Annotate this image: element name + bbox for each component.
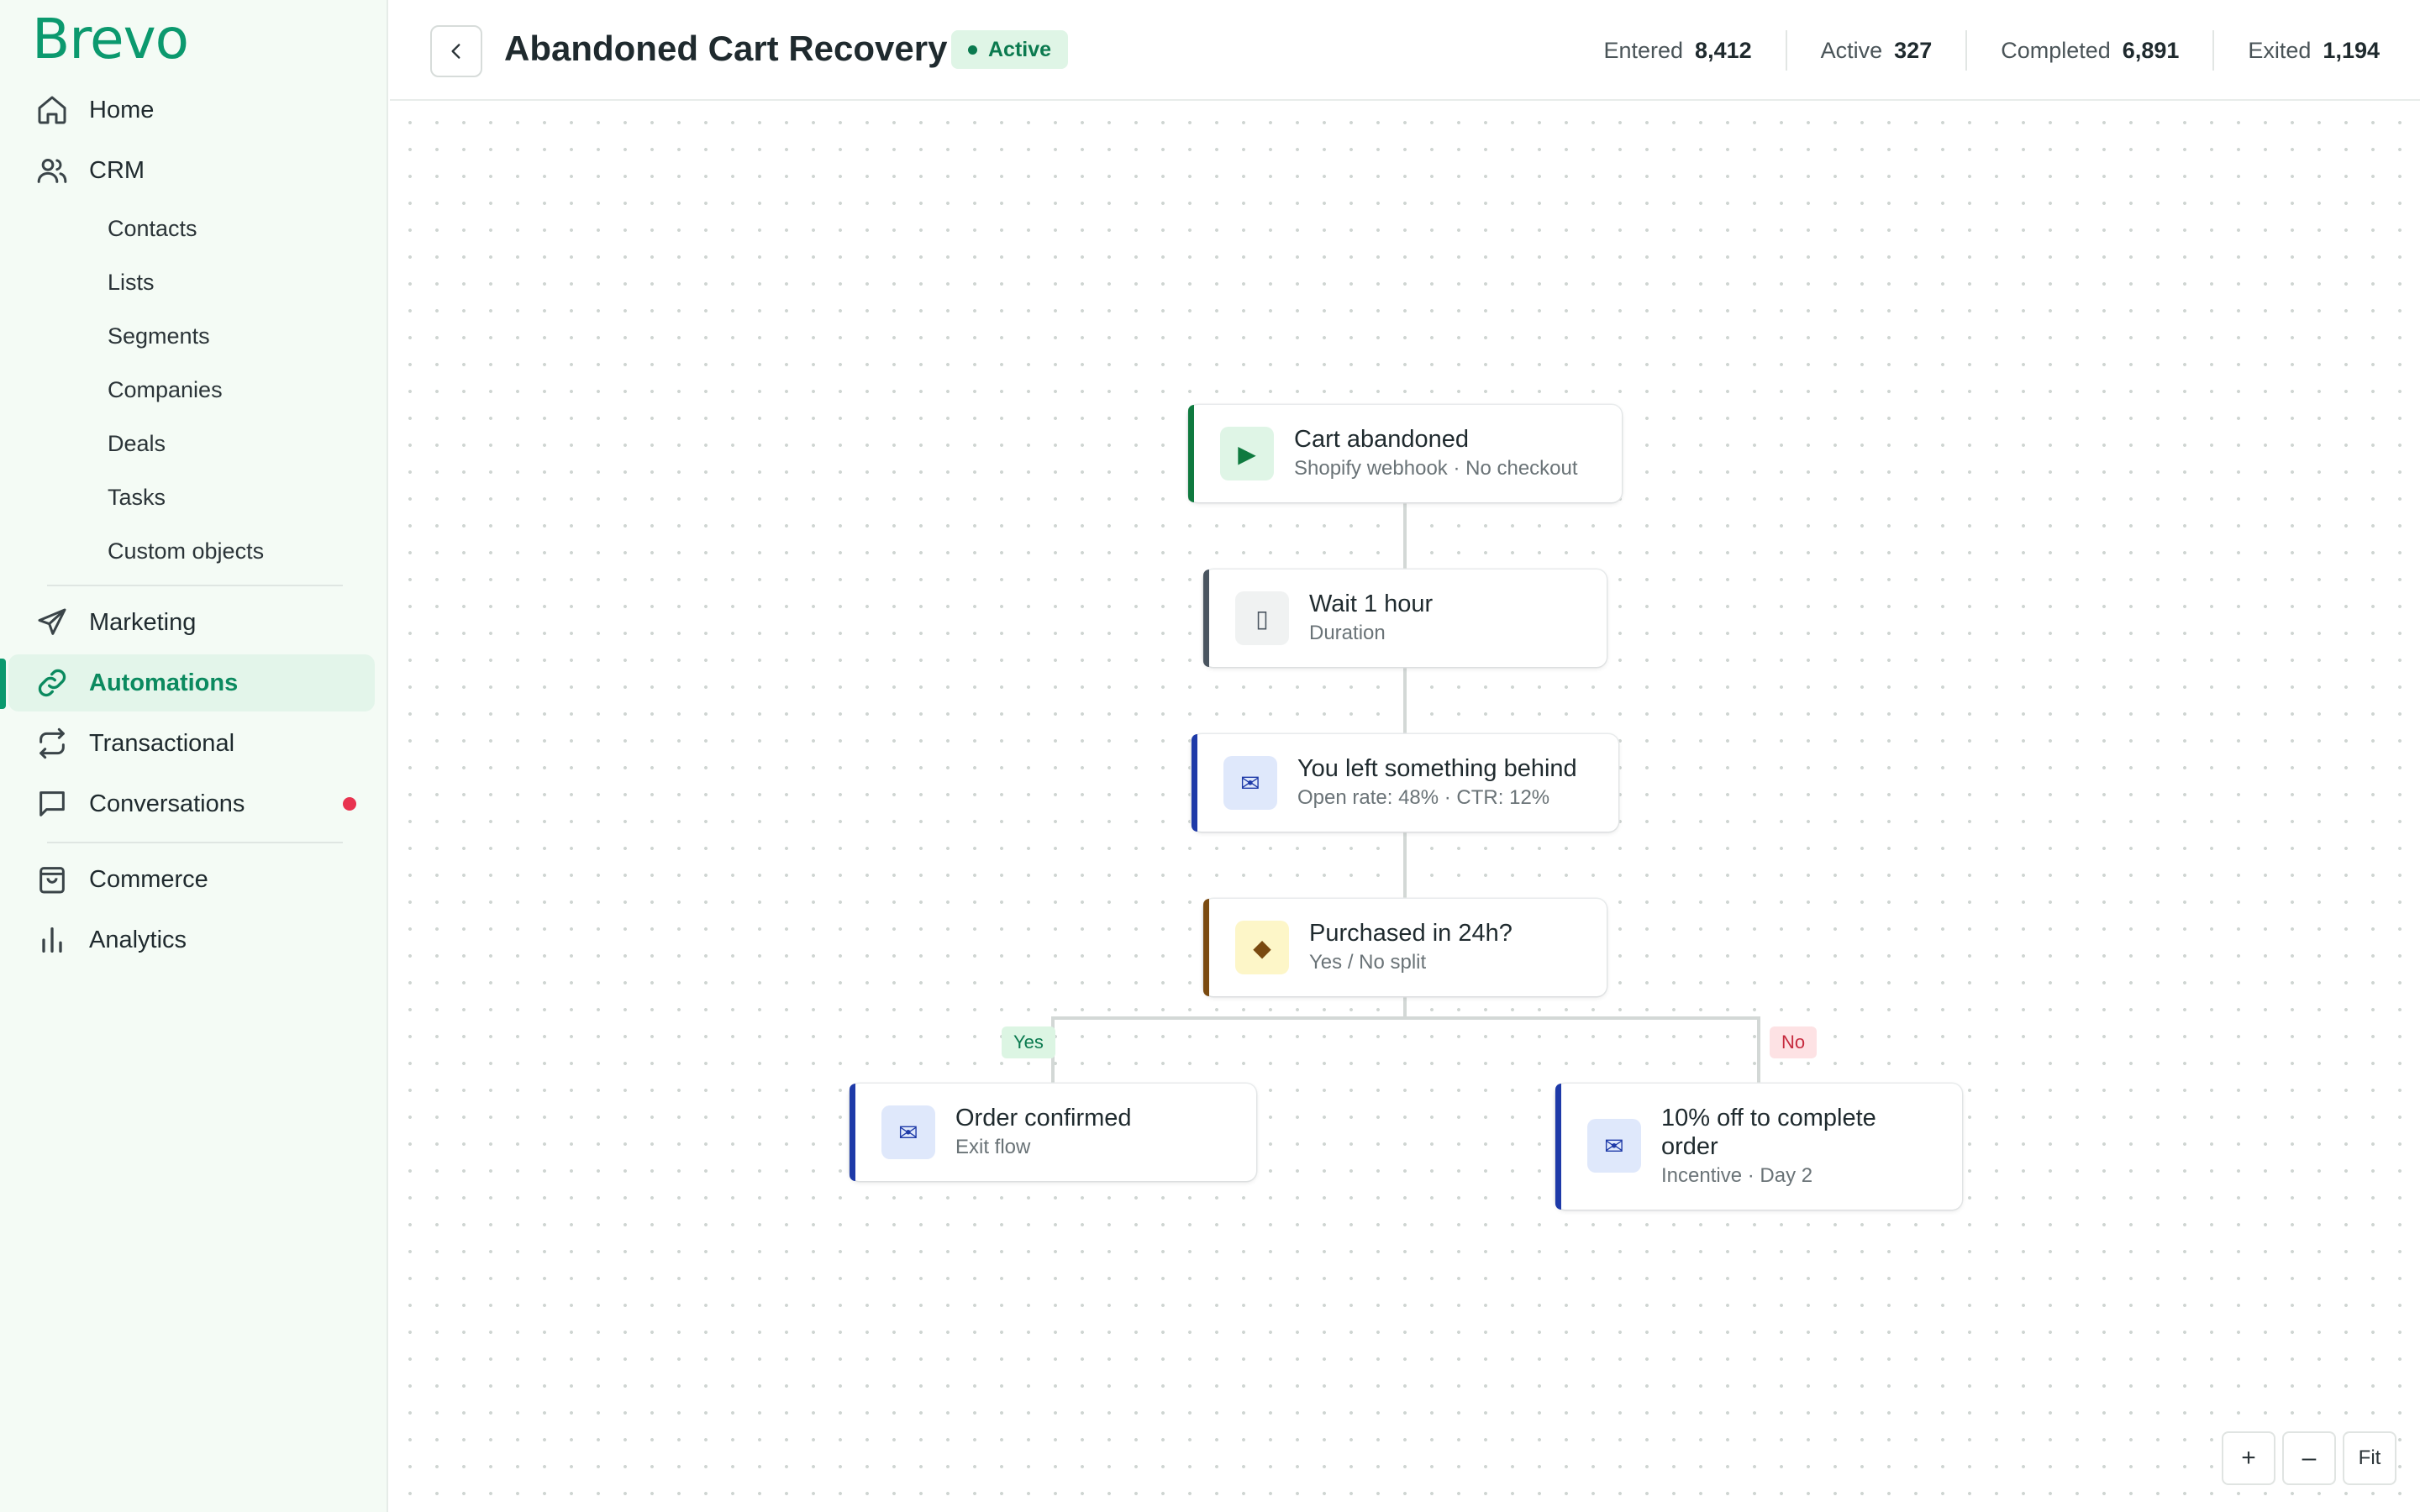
send-icon	[32, 602, 72, 643]
repeat-icon	[32, 723, 72, 764]
workflow-header: Abandoned Cart Recovery Active Entered 8…	[390, 0, 2420, 101]
nav-item-marketing[interactable]: Marketing	[8, 594, 375, 651]
connector-line	[1403, 996, 1407, 1018]
zoom-in-button[interactable]: +	[2222, 1431, 2275, 1485]
workflow-canvas[interactable]: ▶ Cart abandoned Shopify webhook · No ch…	[390, 102, 2420, 1512]
envelope-icon: ✉	[881, 1105, 935, 1159]
crm-sub-segments[interactable]: Segments	[108, 323, 210, 349]
node-subtitle: Shopify webhook · No checkout	[1294, 457, 1578, 480]
node-accent-bar	[1203, 570, 1209, 667]
stat-label: Entered	[1603, 37, 1684, 63]
node-accent-bar	[1192, 734, 1197, 832]
node-accent-bar	[1188, 405, 1194, 502]
nav-item-analytics[interactable]: Analytics	[8, 911, 375, 969]
connector-line	[1403, 667, 1407, 734]
active-indicator	[0, 659, 6, 709]
connector-line	[1757, 1016, 1760, 1084]
nav-item-home[interactable]: Home	[8, 81, 375, 139]
nav-item-automations[interactable]: Automations	[8, 654, 375, 711]
sidebar-divider	[47, 842, 343, 843]
stat-exited: Exited 1,194	[2212, 30, 2380, 71]
crm-sub-custom-objects[interactable]: Custom objects	[108, 538, 264, 564]
node-accent-bar	[1203, 899, 1209, 996]
node-title: You left something behind	[1297, 755, 1577, 782]
chat-icon	[32, 784, 72, 824]
crm-sub-contacts[interactable]: Contacts	[108, 216, 197, 242]
node-subtitle: Duration	[1309, 622, 1386, 644]
stat-value: 327	[1894, 37, 1933, 63]
nav-label: Home	[89, 96, 155, 123]
sidebar: Brevo Home CRM Contacts Lists Segments C…	[0, 0, 388, 1512]
stat-value: 8,412	[1695, 37, 1752, 63]
nav-item-transactional[interactable]: Transactional	[8, 715, 375, 772]
node-subtitle: Yes / No split	[1309, 951, 1427, 974]
bag-icon	[32, 859, 72, 900]
users-icon	[32, 150, 72, 191]
node-subtitle: Exit flow	[955, 1136, 1031, 1158]
nav-label: Conversations	[89, 790, 245, 817]
nav-item-commerce[interactable]: Commerce	[8, 851, 375, 908]
crm-sub-lists[interactable]: Lists	[108, 270, 155, 296]
node-accent-bar	[850, 1084, 855, 1181]
node-subtitle: Open rate: 48% · CTR: 12%	[1297, 786, 1550, 809]
chevron-left-icon	[451, 44, 460, 59]
connector-line	[1403, 832, 1407, 899]
workflow-stats: Entered 8,412 Active 327 Completed 6,891…	[1570, 30, 2380, 71]
node-title: Wait 1 hour	[1309, 591, 1434, 617]
stat-completed: Completed 6,891	[1965, 30, 2212, 71]
envelope-icon: ✉	[1587, 1119, 1641, 1173]
stat-label: Active	[1820, 37, 1883, 63]
notification-dot	[343, 797, 356, 811]
crm-sub-companies[interactable]: Companies	[108, 377, 223, 403]
envelope-icon: ✉	[1223, 756, 1277, 810]
crm-sub-deals[interactable]: Deals	[108, 431, 166, 457]
nav-label: Transactional	[89, 729, 235, 757]
stat-active: Active 327	[1785, 30, 1966, 71]
sidebar-divider	[47, 585, 343, 586]
node-accent-bar	[1555, 1084, 1561, 1210]
connector-line	[1403, 502, 1407, 570]
play-icon: ▶	[1220, 427, 1274, 480]
workflow-node-condition[interactable]: ◆ Purchased in 24h? Yes / No split	[1203, 899, 1607, 996]
nav-label: Analytics	[89, 926, 187, 953]
link-icon	[32, 663, 72, 703]
bar-chart-icon	[32, 920, 72, 960]
brevo-logo[interactable]: Brevo	[32, 7, 189, 71]
node-title: Order confirmed	[955, 1105, 1132, 1131]
stat-label: Exited	[2248, 37, 2312, 63]
page-title: Abandoned Cart Recovery	[504, 29, 948, 68]
workflow-node-no-email[interactable]: ✉ 10% off to complete order Incentive · …	[1555, 1084, 1962, 1210]
nav-label: Automations	[89, 669, 239, 696]
nav-label: Marketing	[89, 608, 197, 636]
node-title: Cart abandoned	[1294, 426, 1469, 453]
workflow-node-email[interactable]: ✉ You left something behind Open rate: 4…	[1192, 734, 1618, 832]
nav-item-crm[interactable]: CRM	[8, 142, 375, 199]
hourglass-icon: ▯	[1235, 591, 1289, 645]
home-icon	[32, 90, 72, 130]
stat-label: Completed	[2001, 37, 2111, 63]
back-button[interactable]	[430, 25, 482, 77]
nav-label: Commerce	[89, 865, 208, 893]
node-subtitle: Incentive · Day 2	[1661, 1164, 1813, 1187]
zoom-out-button[interactable]: –	[2282, 1431, 2336, 1485]
branch-tag-yes: Yes	[1002, 1026, 1055, 1058]
crm-sub-tasks[interactable]: Tasks	[108, 485, 166, 511]
nav-item-conversations[interactable]: Conversations	[8, 775, 375, 832]
stat-entered: Entered 8,412	[1570, 30, 1785, 71]
connector-line	[1051, 1016, 1759, 1020]
workflow-node-trigger[interactable]: ▶ Cart abandoned Shopify webhook · No ch…	[1188, 405, 1622, 502]
diamond-icon: ◆	[1235, 921, 1289, 974]
node-title: 10% off to complete order	[1661, 1105, 1876, 1160]
stat-value: 1,194	[2323, 37, 2380, 63]
branch-tag-no: No	[1770, 1026, 1818, 1058]
node-title: Purchased in 24h?	[1309, 920, 1512, 947]
workflow-node-yes-email[interactable]: ✉ Order confirmed Exit flow	[850, 1084, 1256, 1181]
nav-label: CRM	[89, 156, 145, 184]
workflow-node-wait[interactable]: ▯ Wait 1 hour Duration	[1203, 570, 1607, 667]
status-badge: Active	[951, 30, 1069, 69]
stat-value: 6,891	[2122, 37, 2180, 63]
fit-view-button[interactable]: Fit	[2343, 1431, 2396, 1485]
